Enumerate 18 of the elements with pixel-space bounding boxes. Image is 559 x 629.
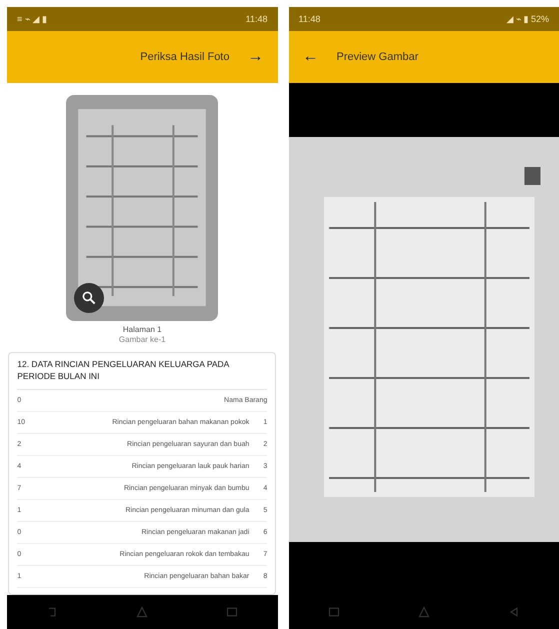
form-title: 12. DATA RINCIAN PENGELUARAN KELUARGA PADA PERIODE BULAN INI: [17, 359, 268, 390]
toolbar-title: Periksa Hasil Foto: [140, 51, 230, 63]
status-icons: ≡ ⌁ ◢ ▮: [17, 14, 47, 24]
back-nav-icon[interactable]: [508, 606, 520, 618]
status-time: 11:48: [298, 14, 320, 24]
search-icon: [81, 290, 98, 306]
recents-icon[interactable]: [328, 606, 340, 618]
toolbar-title: Preview Gambar: [336, 51, 418, 63]
home-icon[interactable]: [136, 606, 148, 618]
file-name: Halaman 1: [122, 325, 162, 334]
forward-button[interactable]: →: [244, 48, 268, 66]
back-button[interactable]: ←: [298, 48, 322, 66]
file-subtitle: Gambar ke-1: [118, 335, 166, 344]
recents-icon[interactable]: [226, 606, 238, 618]
status-time: 11:48: [246, 14, 268, 24]
status-icons: ◢ ⌁ ▮ 52%: [506, 14, 549, 24]
home-icon[interactable]: [418, 606, 430, 618]
back-nav-icon[interactable]: [46, 606, 58, 618]
